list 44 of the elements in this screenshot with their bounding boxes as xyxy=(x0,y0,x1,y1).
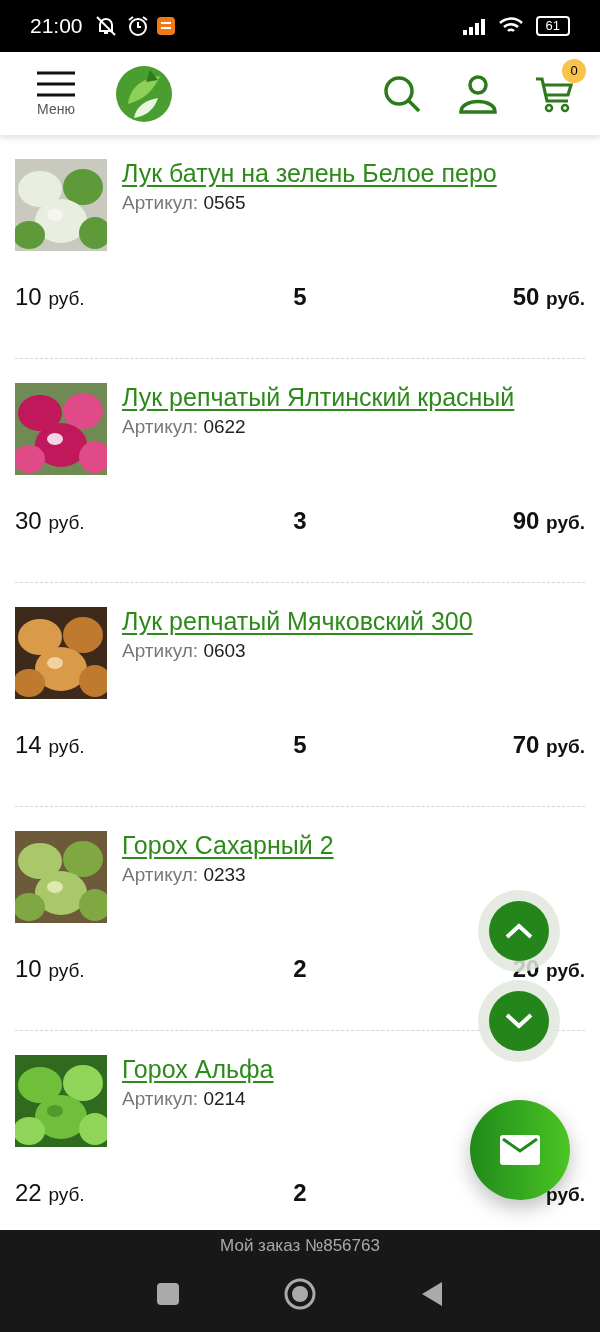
total-price: 90 руб. xyxy=(511,507,585,535)
total-price: 70 руб. xyxy=(511,731,585,759)
article-number: Артикул: 0233 xyxy=(122,864,247,886)
quantity: 5 xyxy=(293,731,307,759)
product-link[interactable]: Горох Альфа xyxy=(122,1055,274,1084)
product-link[interactable]: Лук репчатый Ялтинский красный xyxy=(122,383,515,412)
cart-count-badge: 0 xyxy=(562,58,586,83)
chevron-up-icon xyxy=(504,922,534,940)
order-link[interactable]: Мой заказ №856763 xyxy=(220,1236,380,1256)
total-price: 50 руб. xyxy=(511,283,585,311)
quantity: 3 xyxy=(293,507,307,535)
quantity: 2 xyxy=(293,1179,307,1207)
menu-icon xyxy=(36,70,76,97)
unit-price: 10 руб. xyxy=(15,955,86,983)
quantity: 5 xyxy=(293,283,307,311)
menu-button[interactable]: Меню xyxy=(36,70,76,117)
chevron-down-icon xyxy=(504,1012,534,1030)
article-number: Артикул: 0622 xyxy=(122,416,247,438)
alarm-clock-icon xyxy=(126,15,149,37)
recent-apps-icon[interactable] xyxy=(156,1282,180,1306)
scroll-down-button[interactable] xyxy=(489,991,549,1051)
unit-price: 10 руб. xyxy=(15,283,86,311)
back-icon[interactable] xyxy=(420,1281,444,1307)
article-number: Артикул: 0603 xyxy=(122,640,247,662)
battery-level: 61 xyxy=(535,16,570,36)
status-time: 21:00 xyxy=(30,14,83,38)
quantity: 2 xyxy=(293,955,307,983)
user-icon[interactable] xyxy=(458,73,498,114)
product-link[interactable]: Лук батун на зелень Белое перо xyxy=(122,159,497,188)
envelope-icon xyxy=(500,1135,540,1165)
unit-price: 14 руб. xyxy=(15,731,86,759)
leaf-logo[interactable] xyxy=(114,63,174,124)
unit-price: 30 руб. xyxy=(15,507,86,535)
home-icon[interactable] xyxy=(284,1278,316,1310)
product-link[interactable]: Горох Сахарный 2 xyxy=(122,831,334,860)
total-price: руб. xyxy=(545,1183,585,1207)
product-link[interactable]: Лук репчатый Мячковский 300 xyxy=(122,607,473,636)
article-number: Артикул: 0214 xyxy=(122,1088,247,1110)
article-number: Артикул: 0565 xyxy=(122,192,247,214)
unit-price: 22 руб. xyxy=(15,1179,86,1207)
search-icon[interactable] xyxy=(382,73,422,114)
app-notification-icon xyxy=(156,17,175,35)
total-price: 20 руб. xyxy=(511,955,585,983)
scroll-up-button[interactable] xyxy=(489,901,549,961)
